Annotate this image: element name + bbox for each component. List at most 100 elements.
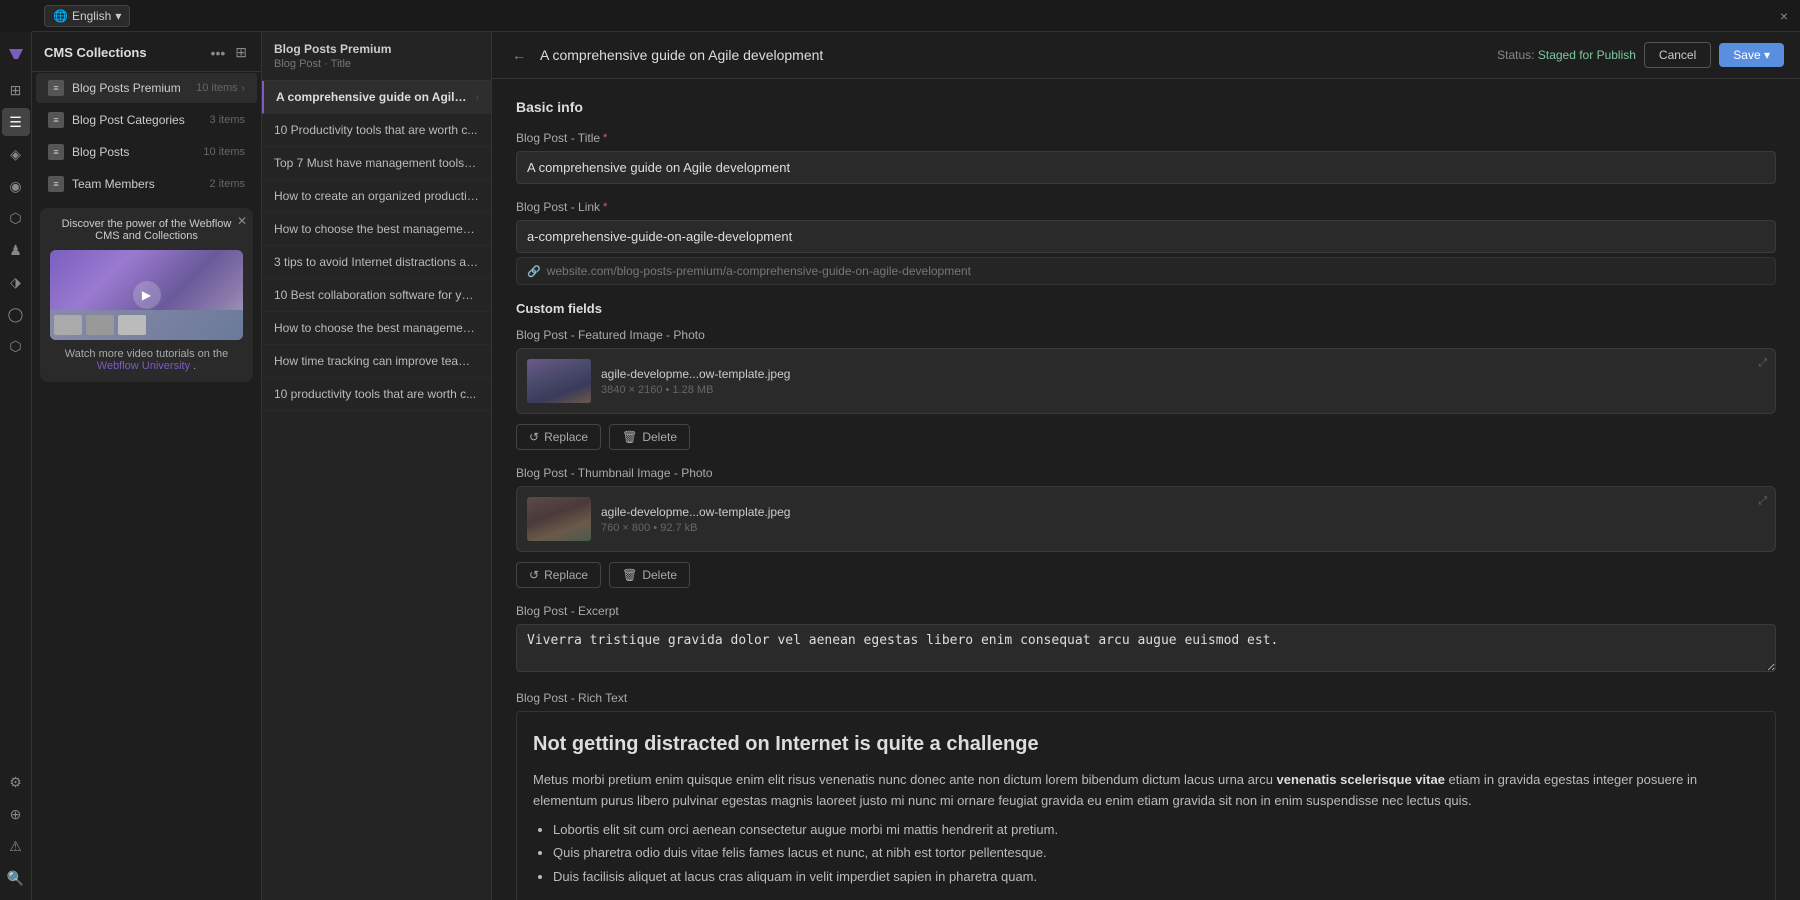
post-item-0[interactable]: A comprehensive guide on Agile deve... › [262,81,491,114]
search-icon[interactable]: 🔍 [2,864,30,892]
editor-header-left: ← A comprehensive guide on Agile develop… [508,45,823,65]
add-collection-button[interactable]: ⊞ [233,42,249,63]
rich-text-para1: Metus morbi pretium enim quisque enim el… [533,770,1759,812]
ecommerce-icon[interactable]: ◉ [2,172,30,200]
thumbnail-image-replace-button[interactable]: ↺ Replace [516,562,601,588]
required-indicator: * [603,132,607,144]
post-item-9[interactable]: 10 productivity tools that are worth c..… [262,378,491,411]
collection-item-team-members[interactable]: ≡ Team Members 2 items [36,169,257,199]
apps-icon[interactable]: ⬡ [2,332,30,360]
alerts-icon[interactable]: ⚠ [2,832,30,860]
assets-icon[interactable]: ◈ [2,140,30,168]
rich-text-area[interactable]: Not getting distracted on Internet is qu… [516,711,1776,900]
excerpt-label: Blog Post - Excerpt [516,604,1776,618]
status-value: Staged for Publish [1538,48,1636,62]
posts-header: Blog Posts Premium Blog Post · Title [262,32,491,81]
thumbnail-image-meta: 760 × 800 • 92.7 kB [601,522,1765,534]
post-item-1[interactable]: 10 Productivity tools that are worth c..… [262,114,491,147]
post-item-title: How to create an organized productiv... [274,189,479,203]
promo-title: Discover the power of the Webflow CMS an… [50,218,243,242]
collections-title: CMS Collections [44,45,147,60]
title-field-group: Blog Post - Title * [516,131,1776,184]
pages-icon[interactable]: ⊞ [2,76,30,104]
collection-count: 10 items [196,82,238,94]
save-button[interactable]: Save ▾ [1719,43,1784,67]
post-item-title: How to choose the best management... [274,222,479,236]
top-bar: 🌐 English ▾ × [32,0,1800,32]
featured-image-info: agile-developme...ow-template.jpeg 3840 … [601,367,1765,396]
list-item: Lobortis elit sit cum orci aenean consec… [553,820,1759,841]
title-input[interactable] [516,151,1776,184]
featured-image-delete-button[interactable]: 🗑 Delete [609,424,690,450]
collections-header: CMS Collections ••• ⊞ [32,32,261,72]
post-item-8[interactable]: How time tracking can improve team ... [262,345,491,378]
post-item-title: 10 Best collaboration software for you..… [274,288,479,302]
excerpt-input[interactable]: Viverra tristique gravida dolor vel aene… [516,624,1776,672]
link-field-label: Blog Post - Link * [516,200,1776,214]
featured-image-card: agile-developme...ow-template.jpeg 3840 … [516,348,1776,414]
excerpt-field-group: Blog Post - Excerpt Viverra tristique gr… [516,604,1776,675]
thumbnail-image-actions: ↺ Replace 🗑 Delete [516,562,1776,588]
webflow-university-link[interactable]: Webflow University [97,360,190,372]
collection-item-blog-posts[interactable]: ≡ Blog Posts 10 items [36,137,257,167]
promo-video[interactable]: ▶ [50,250,243,340]
expand-icon[interactable]: ⤢ [1758,495,1767,508]
connections-icon[interactable]: ⬗ [2,268,30,296]
replace-icon: ↺ [529,430,539,444]
w-logo[interactable] [2,40,30,68]
collection-count: 10 items [203,146,245,158]
rich-text-heading1: Not getting distracted on Internet is qu… [533,728,1759,760]
post-item-3[interactable]: How to create an organized productiv... [262,180,491,213]
close-window-button[interactable]: × [1780,8,1788,24]
back-button[interactable]: ← [508,45,530,65]
globe-icon: 🌐 [53,9,68,23]
post-item-5[interactable]: 3 tips to avoid Internet distractions at… [262,246,491,279]
post-item-6[interactable]: 10 Best collaboration software for you..… [262,279,491,312]
collection-icon: ≡ [48,112,64,128]
components-icon[interactable]: ⬡ [2,204,30,232]
chevron-down-icon: ▾ [115,9,121,23]
users-icon[interactable]: ♟ [2,236,30,264]
collection-count: 3 items [210,114,245,126]
list-item: Quis pharetra odio duis vitae felis fame… [553,843,1759,864]
editor-area: ← A comprehensive guide on Agile develop… [492,32,1800,900]
cms-icon[interactable]: ☰ [2,108,30,136]
settings-icon[interactable]: ⚙ [2,768,30,796]
post-item-title: 10 productivity tools that are worth c..… [274,387,479,401]
user-icon[interactable]: ◯ [2,300,30,328]
thumbnail-image-filename: agile-developme...ow-template.jpeg [601,505,1765,519]
promo-close-button[interactable]: ✕ [237,214,247,228]
link-icon: 🔗 [527,265,541,278]
posts-panel: Blog Posts Premium Blog Post · Title A c… [262,32,492,900]
cancel-button[interactable]: Cancel [1644,42,1711,68]
collection-icon: ≡ [48,176,64,192]
thumbnail-image-delete-button[interactable]: 🗑 Delete [609,562,690,588]
collection-name: Blog Post Categories [72,113,206,127]
thumbnail-image-field-group: Blog Post - Thumbnail Image - Photo agil… [516,466,1776,588]
collection-item-blog-post-categories[interactable]: ≡ Blog Post Categories 3 items [36,105,257,135]
post-item-7[interactable]: How to choose the best management... [262,312,491,345]
chevron-right-icon: › [242,83,245,94]
icon-sidebar: ⊞ ☰ ◈ ◉ ⬡ ♟ ⬗ ◯ ⬡ ⚙ ⊕ ⚠ 🔍 [0,32,32,900]
post-item-4[interactable]: How to choose the best management... [262,213,491,246]
more-options-button[interactable]: ••• [209,43,228,63]
collections-panel: CMS Collections ••• ⊞ ≡ Blog Posts Premi… [32,32,262,900]
featured-image-actions: ↺ Replace 🗑 Delete [516,424,1776,450]
rich-text-list: Lobortis elit sit cum orci aenean consec… [553,820,1759,888]
post-item-title: How to choose the best management... [274,321,479,335]
list-item: Duis facilisis aliquet at lacus cras ali… [553,867,1759,888]
collection-icon: ≡ [48,80,64,96]
post-item-2[interactable]: Top 7 Must have management tools f... [262,147,491,180]
extension-icon[interactable]: ⊕ [2,800,30,828]
featured-image-replace-button[interactable]: ↺ Replace [516,424,601,450]
language-selector[interactable]: 🌐 English ▾ [44,5,130,27]
collection-item-blog-posts-premium[interactable]: ≡ Blog Posts Premium 10 items › [36,73,257,103]
play-button[interactable]: ▶ [133,281,161,309]
trash-icon: 🗑 [622,430,637,444]
featured-image-field-group: Blog Post - Featured Image - Photo agile… [516,328,1776,450]
expand-icon[interactable]: ⤢ [1758,357,1767,370]
thumbnail-image-info: agile-developme...ow-template.jpeg 760 ×… [601,505,1765,534]
link-input[interactable] [516,220,1776,253]
status-label: Status: Staged for Publish [1497,48,1636,62]
link-url-text: website.com/blog-posts-premium/a-compreh… [547,264,971,278]
